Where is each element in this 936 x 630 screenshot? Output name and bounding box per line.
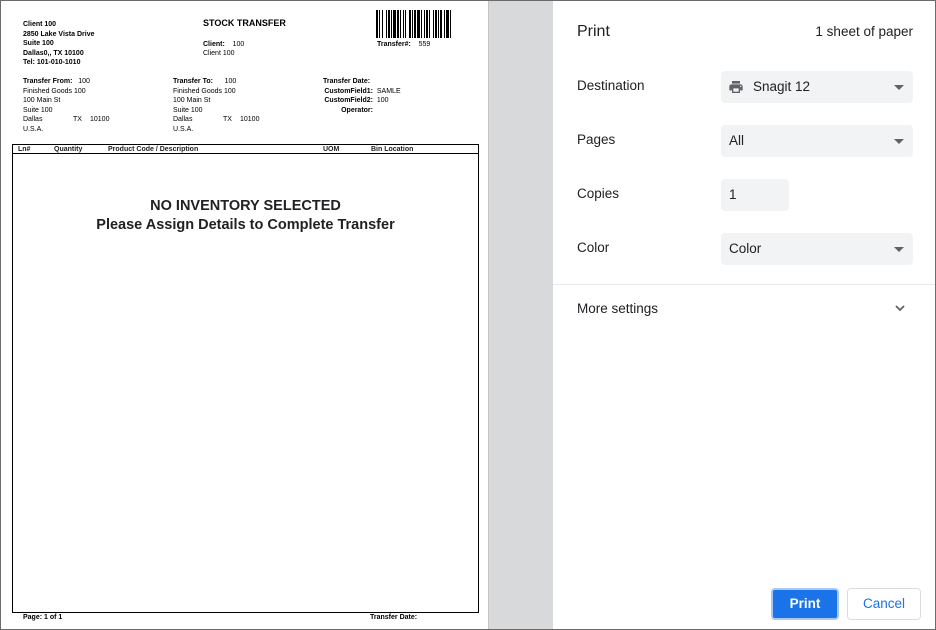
destination-value: Snagit 12	[753, 79, 811, 94]
address-line: Finished Goods 100	[173, 87, 236, 95]
transfer-to-label: Transfer To:	[173, 78, 213, 85]
pages-label: Pages	[577, 132, 616, 147]
transfer-from-code: 100	[78, 78, 90, 85]
company-line: Client 100	[23, 21, 57, 28]
transfer-meta-block: Transfer Date: CustomField1: SAMLE Custo…	[323, 77, 401, 115]
client-value: 100	[232, 41, 245, 48]
copies-label: Copies	[577, 186, 620, 201]
copies-value: 1	[729, 187, 737, 202]
transfer-number-value: 559	[418, 41, 431, 48]
color-select[interactable]: Color	[721, 233, 913, 265]
message-line: NO INVENTORY SELECTED	[150, 198, 341, 214]
expand-chevron-icon[interactable]	[893, 301, 907, 315]
company-line: Suite 100	[23, 40, 54, 47]
company-line: Tel: 101-010-1010	[23, 59, 81, 66]
footer-transfer-date: Transfer Date:	[370, 614, 418, 621]
dialog-title: Print	[577, 23, 610, 40]
column-header-uom: UOM	[323, 146, 340, 153]
pages-select[interactable]: All	[721, 125, 913, 157]
transfer-number: Transfer#: 559	[377, 40, 430, 50]
pages-value: All	[729, 133, 745, 148]
printer-icon	[729, 81, 743, 93]
transfer-from-block: Transfer From: 100 Finished Goods 100 10…	[23, 77, 109, 134]
section-separator	[553, 284, 935, 285]
customfield2-label: CustomField2:	[324, 97, 373, 104]
document-title: STOCK TRANSFER	[203, 18, 286, 28]
client-label: Client:	[203, 41, 225, 48]
print-preview[interactable]: Client 100 2850 Lake Vista Drive Suite 1…	[1, 1, 488, 629]
city: Dallas	[173, 116, 193, 123]
zip: 10100	[240, 116, 260, 123]
color-label: Color	[577, 240, 610, 255]
customfield1-label: CustomField1:	[324, 87, 373, 95]
cancel-button[interactable]: Cancel	[847, 588, 921, 620]
color-value: Color	[729, 241, 762, 256]
zip: 10100	[90, 116, 110, 123]
city: Dallas	[23, 116, 43, 123]
chevron-down-icon	[894, 139, 904, 144]
address-line: Suite 100	[173, 106, 203, 114]
transfer-to-block: Transfer To: 100 Finished Goods 100 100 …	[173, 77, 259, 134]
client-name: Client 100	[203, 50, 235, 57]
address-line: 100 Main St	[173, 97, 211, 104]
address-line: Suite 100	[23, 106, 53, 114]
destination-select[interactable]: Snagit 12	[721, 71, 913, 103]
column-header-product: Product Code / Description	[108, 146, 199, 153]
column-header-bin: Bin Location	[371, 146, 414, 153]
table-header: Ln# Quantity Product Code / Description …	[13, 145, 478, 154]
country: U.S.A.	[23, 125, 44, 133]
print-settings-panel: Print 1 sheet of paper Destination Snagi…	[553, 1, 935, 629]
address-line: 100 Main St	[23, 97, 61, 104]
transfer-from-label: Transfer From:	[23, 78, 73, 85]
print-button[interactable]: Print	[771, 588, 839, 620]
print-dialog: Client 100 2850 Lake Vista Drive Suite 1…	[0, 0, 936, 630]
transfer-date-label: Transfer Date:	[323, 78, 371, 85]
company-line: Dallas0,, TX 10100	[23, 49, 84, 57]
operator-label: Operator:	[341, 106, 373, 114]
state: TX	[223, 116, 232, 123]
more-settings-toggle[interactable]: More settings	[577, 301, 658, 316]
chevron-down-icon	[894, 85, 904, 90]
no-inventory-message: NO INVENTORY SELECTED Please Assign Deta…	[13, 197, 478, 235]
customfield2-value: 100	[376, 97, 389, 104]
transfer-to-code: 100	[224, 78, 237, 85]
message-line: Please Assign Details to Complete Transf…	[96, 217, 395, 233]
preview-divider	[488, 1, 553, 629]
copies-input[interactable]: 1	[721, 179, 789, 211]
barcode-image	[376, 10, 451, 38]
country: U.S.A.	[173, 125, 194, 133]
company-address: Client 100 2850 Lake Vista Drive Suite 1…	[23, 20, 94, 68]
destination-label: Destination	[577, 78, 645, 93]
sheet-count: 1 sheet of paper	[815, 24, 913, 39]
chevron-down-icon	[894, 247, 904, 252]
column-header-ln: Ln#	[18, 146, 31, 153]
state: TX	[73, 116, 82, 123]
page-number: Page: 1 of 1	[23, 614, 63, 621]
company-line: 2850 Lake Vista Drive	[23, 30, 95, 38]
address-line: Finished Goods 100	[23, 87, 86, 95]
column-header-quantity: Quantity	[54, 146, 83, 153]
transfer-number-label: Transfer#:	[377, 41, 411, 48]
items-table: Ln# Quantity Product Code / Description …	[12, 144, 479, 613]
customfield1-value: SAMLE	[376, 87, 401, 95]
